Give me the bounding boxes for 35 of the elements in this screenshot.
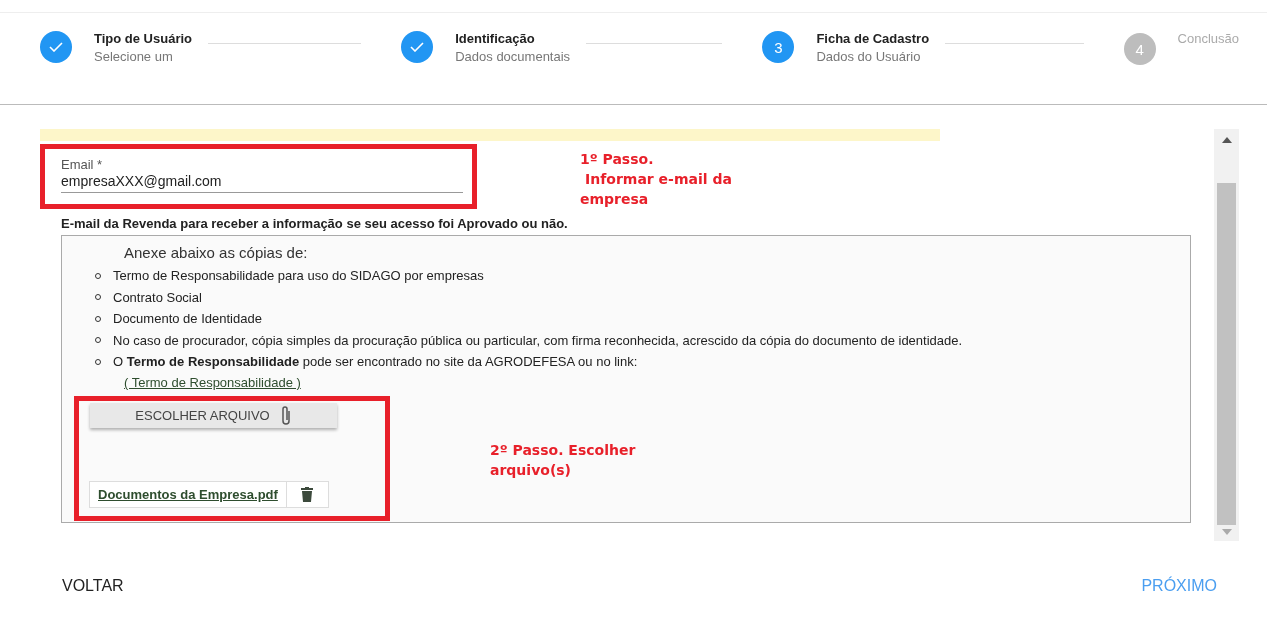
scrollbar[interactable] — [1214, 129, 1239, 541]
back-button[interactable]: VOLTAR — [62, 577, 124, 595]
step-subtitle: Dados do Usuário — [816, 49, 922, 64]
document-link[interactable]: ( Termo de Responsabilidade ) — [124, 374, 301, 390]
list-item: Contrato Social — [113, 289, 202, 305]
trash-icon — [301, 487, 314, 502]
step-indicator: 4 — [1123, 33, 1156, 65]
check-icon — [410, 42, 425, 52]
scroll-down-icon — [1221, 529, 1232, 535]
email-field[interactable]: empresaXXX@gmail.com — [61, 173, 463, 193]
paperclip-icon — [279, 404, 292, 427]
annotation-text: empresa — [580, 190, 650, 209]
scroll-up-icon — [1221, 137, 1232, 143]
step-title: Ficha de Cadastro — [816, 31, 930, 46]
list-item: No caso de procurador, cópia simples da procuração pública ou particular, com firma reconhecida, acrescido da cópia do documento de identidade. — [113, 332, 963, 348]
annotation-text: Informar e-mail da — [585, 170, 732, 189]
delete-button[interactable] — [286, 481, 329, 508]
choose-file-button[interactable]: ESCOLHER ARQUIVO — [90, 403, 337, 428]
step-title: Identificação — [455, 31, 536, 46]
section-heading: Anexe abaixo as cópias de: — [124, 244, 309, 261]
field-label: Email * — [61, 157, 104, 172]
step-title: Tipo de Usuário — [94, 31, 192, 46]
list-item: O Termo de Responsabilidade pode ser encontrado no site da AGRODEFESA ou no link: — [113, 354, 638, 370]
check-icon — [49, 42, 63, 52]
annotation-text: 1º Passo. — [580, 150, 655, 169]
step-indicator: 3 — [762, 31, 795, 63]
help-text: E-mail da Revenda para receber a informação se seu acesso foi Aprovado ou não. — [61, 216, 569, 231]
list-item: Documento de Identidade — [113, 311, 262, 327]
file-link[interactable]: Documentos da Empresa.pdf — [89, 481, 287, 508]
step-subtitle: Dados documentais — [455, 49, 571, 64]
annotation-text: arquivo(s) — [490, 461, 572, 480]
step-subtitle: Selecione um — [94, 49, 174, 64]
step-title: Conclusão — [1177, 31, 1239, 46]
list-item: Termo de Responsabilidade para uso do SIDAGO por empresas — [113, 268, 484, 284]
annotation-text: 2º Passo. Escolher — [490, 441, 636, 460]
